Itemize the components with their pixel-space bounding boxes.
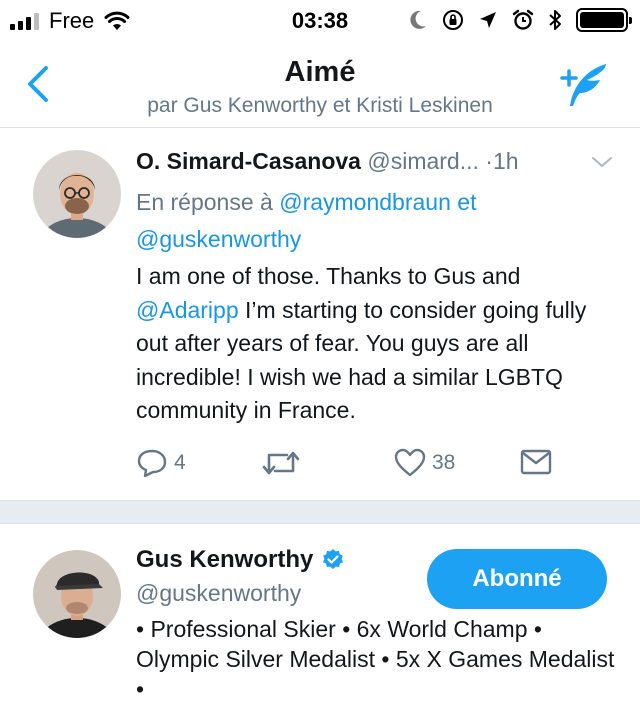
do-not-disturb-moon-icon	[410, 10, 426, 29]
reply-icon	[137, 449, 167, 478]
chevron-down-icon[interactable]	[590, 154, 614, 170]
reply-mention-link[interactable]: @raymondbraun	[279, 189, 451, 215]
compose-tweet-icon[interactable]	[556, 62, 612, 108]
tweet-actions: 4 38	[136, 448, 576, 484]
tweet-mention-link[interactable]: @Adaripp	[136, 297, 239, 323]
section-divider	[0, 500, 640, 524]
like-button[interactable]: 38	[394, 448, 455, 478]
status-bar-right	[408, 6, 632, 34]
page-subtitle: par Gus Kenworthy et Kristi Leskinen	[147, 94, 493, 117]
envelope-icon	[520, 449, 552, 475]
retweet-icon	[262, 451, 300, 475]
tweet-timestamp: 1h	[492, 148, 519, 174]
navigation-bar: Aimé par Gus Kenworthy et Kristi Leskine…	[0, 42, 640, 128]
user-name[interactable]: Gus Kenworthy	[136, 546, 313, 574]
user-avatar[interactable]	[33, 550, 121, 638]
reply-mention-link[interactable]: @guskenworthy	[136, 226, 301, 252]
user-bio: • Professional Skier • 6x World Champ • …	[136, 616, 615, 702]
user-handle: @guskenworthy	[136, 580, 302, 606]
status-bar: Free 03:38	[0, 0, 640, 42]
following-button[interactable]: Abonné	[427, 549, 607, 609]
reply-button[interactable]: 4	[136, 448, 186, 478]
alarm-clock-icon	[512, 9, 534, 30]
reply-count: 4	[174, 451, 186, 474]
bluetooth-icon	[549, 10, 561, 30]
reply-context: En réponse à @raymondbraun et @guskenwor…	[136, 184, 606, 258]
tweet-text: I am one of those. Thanks to Gus and @Ad…	[136, 260, 616, 428]
tweet-author-handle[interactable]: @simard...	[367, 148, 479, 174]
tweet-author-avatar[interactable]	[33, 150, 121, 238]
user-cell[interactable]: Gus Kenworthy @guskenworthy Abonné • Pro…	[0, 524, 640, 723]
like-count: 38	[432, 451, 456, 474]
tweet-author-name[interactable]: O. Simard-Casanova	[136, 148, 361, 174]
location-arrow-icon	[480, 12, 496, 28]
page-title: Aimé	[284, 56, 356, 88]
reply-joiner: et	[457, 189, 477, 215]
tweet-text-part: I am one of those. Thanks to Gus and	[136, 263, 521, 289]
verified-badge-icon	[323, 549, 344, 569]
heart-icon	[394, 448, 426, 477]
tweet-header: O. Simard-Casanova @simard... ·1h	[136, 148, 616, 175]
rotation-lock-icon	[443, 10, 463, 30]
reply-prefix: En réponse à	[136, 189, 273, 215]
tweet-card[interactable]: O. Simard-Casanova @simard... ·1h En rép…	[0, 128, 640, 500]
battery-icon	[576, 8, 632, 32]
user-name-row: Gus Kenworthy	[136, 546, 345, 574]
retweet-button[interactable]	[261, 448, 307, 478]
direct-message-button[interactable]	[520, 448, 552, 476]
header-separator: ·	[485, 148, 493, 174]
